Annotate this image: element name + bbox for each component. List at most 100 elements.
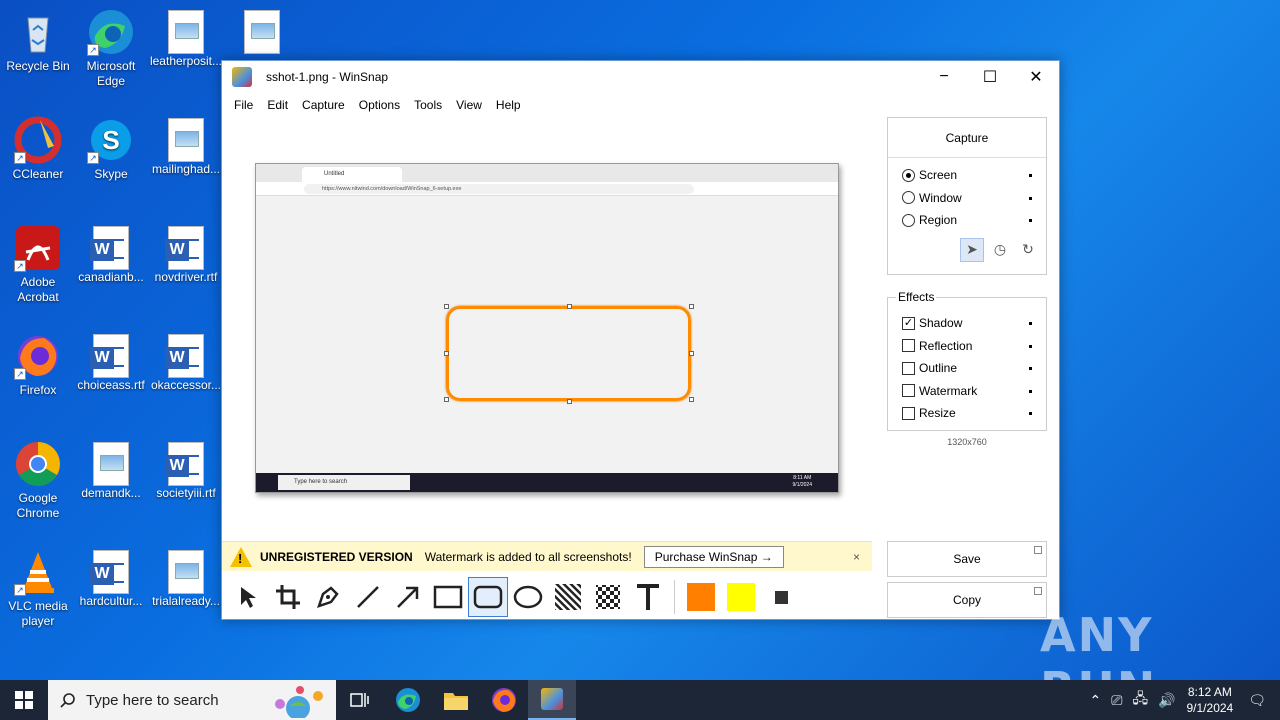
taskbar-winsnap[interactable]: [528, 680, 576, 720]
effect-outline[interactable]: Outline: [888, 357, 1046, 380]
pen-icon[interactable]: [308, 577, 348, 617]
banner-message: Watermark is added to all screenshots!: [424, 549, 632, 564]
ellipse-icon[interactable]: [508, 577, 548, 617]
resize-handle[interactable]: [444, 397, 449, 402]
secondary-color-swatch[interactable]: [721, 577, 761, 617]
pixelate-icon[interactable]: [588, 577, 628, 617]
rectangle-icon[interactable]: [428, 577, 468, 617]
canvas-area[interactable]: Untitled https://www.nitwind.com/downloa…: [222, 117, 872, 541]
folder-icon: [444, 693, 468, 710]
desktop-icon-vlc[interactable]: ↗ VLC media player: [0, 548, 76, 629]
save-options-checkbox[interactable]: [1034, 546, 1042, 554]
capture-button[interactable]: Capture: [888, 118, 1046, 158]
maximize-button[interactable]: ☐: [967, 61, 1013, 93]
desktop-icon-file[interactable]: leatherposit...: [148, 8, 224, 69]
taskbar-search-box[interactable]: Type here to search: [48, 680, 336, 720]
banner-close-button[interactable]: ×: [853, 550, 860, 564]
screenshot-preview[interactable]: Untitled https://www.nitwind.com/downloa…: [255, 163, 839, 493]
resize-handle[interactable]: [689, 397, 694, 402]
resize-handle[interactable]: [444, 351, 449, 356]
more-dot-icon[interactable]: [1029, 367, 1032, 370]
menu-view[interactable]: View: [449, 98, 489, 112]
crop-icon[interactable]: [268, 577, 308, 617]
mode-screen[interactable]: Screen: [888, 164, 1046, 187]
menu-tools[interactable]: Tools: [407, 98, 449, 112]
more-dot-icon[interactable]: [1029, 389, 1032, 393]
menu-help[interactable]: Help: [489, 98, 528, 112]
more-dot-icon[interactable]: [1029, 412, 1032, 415]
repeat-icon[interactable]: ↻: [1016, 238, 1040, 262]
menu-options[interactable]: Options: [352, 98, 407, 112]
resize-handle[interactable]: [567, 304, 572, 309]
desktop-icon-file[interactable]: W canadianb...: [73, 224, 149, 285]
clock[interactable]: 8:12 AM 9/1/2024: [1187, 684, 1234, 716]
text-icon[interactable]: [628, 577, 668, 617]
desktop-icon-recycle-bin[interactable]: Recycle Bin: [0, 8, 76, 74]
desktop-icon-label: societyiii.rtf: [156, 486, 216, 500]
mode-region[interactable]: Region: [888, 209, 1046, 232]
desktop-icon-ccleaner[interactable]: ↗ CCleaner: [0, 116, 76, 182]
desktop-icon-file[interactable]: mailinghad...: [148, 116, 224, 177]
primary-color-swatch[interactable]: [681, 577, 721, 617]
start-button[interactable]: [0, 680, 48, 720]
desktop-icon-file[interactable]: [224, 8, 300, 54]
menu-capture[interactable]: Capture: [295, 98, 352, 112]
resize-handle[interactable]: [689, 304, 694, 309]
desktop-icon-acrobat[interactable]: ↗ Adobe Acrobat: [0, 224, 76, 305]
effect-watermark[interactable]: Watermark: [888, 380, 1046, 403]
mode-window[interactable]: Window: [888, 187, 1046, 210]
copy-button[interactable]: Copy: [887, 582, 1047, 618]
rounded-rectangle-icon[interactable]: [468, 577, 508, 617]
taskbar-file-explorer[interactable]: [432, 680, 480, 720]
arrow-icon[interactable]: [388, 577, 428, 617]
purchase-button[interactable]: Purchase WinSnap →: [643, 545, 784, 568]
desktop-icon-file[interactable]: W novdriver.rtf: [148, 224, 224, 285]
taskbar-edge[interactable]: [384, 680, 432, 720]
desktop-icon-file[interactable]: demandk...: [73, 440, 149, 501]
stroke-width-picker[interactable]: [761, 577, 801, 617]
task-view-button[interactable]: [336, 680, 384, 720]
resize-handle[interactable]: [689, 351, 694, 356]
effect-shadow[interactable]: ✓ Shadow: [888, 312, 1046, 335]
more-dot-icon[interactable]: [1029, 344, 1032, 348]
minimize-button[interactable]: −: [921, 61, 967, 93]
resize-handle[interactable]: [444, 304, 449, 309]
more-dot-icon[interactable]: [1029, 322, 1032, 325]
task-view-icon: [350, 693, 369, 707]
cursor-capture-icon[interactable]: ➤: [960, 237, 984, 262]
copy-options-checkbox[interactable]: [1034, 587, 1042, 595]
notifications-icon[interactable]: 🗨: [1248, 692, 1266, 709]
winsnap-icon: [541, 688, 563, 710]
desktop-icon-file[interactable]: trialalready...: [148, 548, 224, 609]
more-dot-icon[interactable]: [1029, 174, 1032, 177]
desktop-icon-file[interactable]: W societyiii.rtf: [148, 440, 224, 501]
rounded-rectangle-annotation[interactable]: [446, 306, 691, 401]
menu-file[interactable]: File: [227, 98, 260, 112]
desktop-icon-file[interactable]: W choiceass.rtf: [73, 332, 149, 393]
effects-box: Effects ✓ Shadow Reflection Outline Water…: [887, 290, 1047, 431]
save-button[interactable]: Save: [887, 541, 1047, 577]
more-dot-icon[interactable]: [1029, 219, 1032, 222]
title-bar[interactable]: sshot-1.png - WinSnap − ☐ ✕: [222, 61, 1059, 93]
volume-icon[interactable]: 🔊: [1158, 692, 1175, 709]
menu-edit[interactable]: Edit: [260, 98, 295, 112]
pointer-icon[interactable]: [228, 577, 268, 617]
taskbar-firefox[interactable]: [480, 680, 528, 720]
chevron-up-icon[interactable]: ⌃: [1090, 692, 1102, 709]
desktop-icon-chrome[interactable]: Google Chrome: [0, 440, 76, 521]
timer-icon[interactable]: ◷: [988, 238, 1012, 262]
hatch-icon[interactable]: [548, 577, 588, 617]
line-icon[interactable]: [348, 577, 388, 617]
meet-now-icon[interactable]: ⎚: [1111, 692, 1122, 709]
resize-handle[interactable]: [567, 399, 572, 404]
desktop-icon-skype[interactable]: S ↗ Skype: [73, 116, 149, 182]
more-dot-icon[interactable]: [1029, 196, 1032, 200]
desktop-icon-firefox[interactable]: ↗ Firefox: [0, 332, 76, 398]
desktop-icon-file[interactable]: W hardcultur...: [73, 548, 149, 609]
effect-resize[interactable]: Resize: [888, 402, 1046, 425]
desktop-icon-edge[interactable]: ↗ Microsoft Edge: [73, 8, 149, 89]
effect-reflection[interactable]: Reflection: [888, 335, 1046, 358]
close-button[interactable]: ✕: [1013, 61, 1059, 93]
desktop-icon-file[interactable]: W okaccessor...: [148, 332, 224, 393]
network-icon[interactable]: 🖧: [1132, 688, 1148, 712]
